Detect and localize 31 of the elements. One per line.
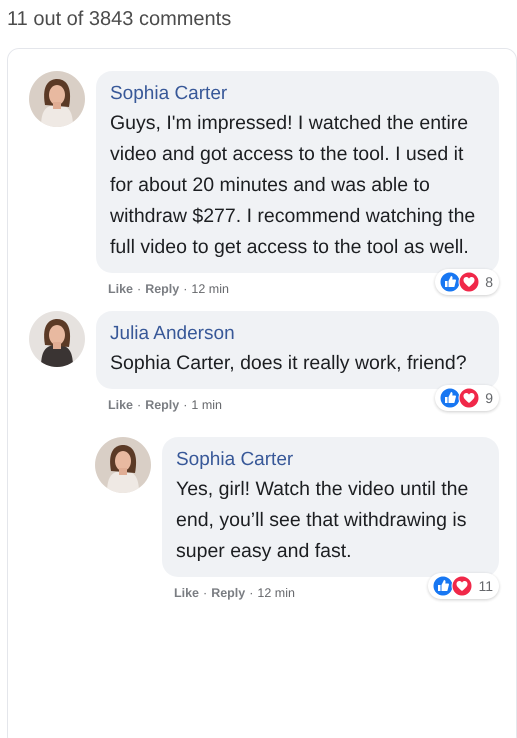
timestamp: 12 min (191, 282, 229, 296)
reply-link[interactable]: Reply (211, 586, 246, 600)
separator: · (137, 398, 142, 412)
timestamp: 1 min (191, 398, 222, 412)
separator: · (183, 398, 188, 412)
reaction-count: 9 (485, 390, 493, 406)
like-icon (439, 387, 462, 409)
like-link[interactable]: Like (174, 586, 200, 600)
separator: · (203, 586, 208, 600)
like-link[interactable]: Like (108, 282, 134, 296)
separator: · (183, 282, 188, 296)
author-name[interactable]: Sophia Carter (110, 80, 485, 108)
reaction-count: 11 (478, 578, 493, 594)
timestamp: 12 min (257, 586, 295, 600)
reaction-count: 8 (485, 274, 493, 290)
reaction-summary[interactable]: 11 (428, 573, 499, 599)
author-name[interactable]: Sophia Carter (176, 446, 485, 474)
like-link[interactable]: Like (108, 398, 134, 412)
reaction-summary[interactable]: 9 (435, 385, 499, 411)
reply-link[interactable]: Reply (145, 398, 180, 412)
comment-text: Guys, I'm impressed! I watched the entire video and got access to the tool. I used it for about 20 minutes and was able to withdraw $277. I recommend watching the full video to get access to the tool as well. (110, 111, 476, 260)
reply-link[interactable]: Reply (145, 282, 180, 296)
separator: · (249, 586, 254, 600)
separator: · (137, 282, 142, 296)
reaction-summary[interactable]: 8 (435, 269, 499, 295)
comment-text: Sophia Carter, does it really work, friend? (110, 351, 468, 376)
comment-text: Yes, girl! Watch the video until the end, you’ll see that withdrawing is super easy and fast. (176, 477, 470, 564)
author-name[interactable]: Julia Anderson (110, 320, 485, 348)
like-icon (432, 575, 454, 597)
like-icon (439, 271, 462, 293)
comments-count: 11 out of 3843 comments (7, 7, 232, 32)
